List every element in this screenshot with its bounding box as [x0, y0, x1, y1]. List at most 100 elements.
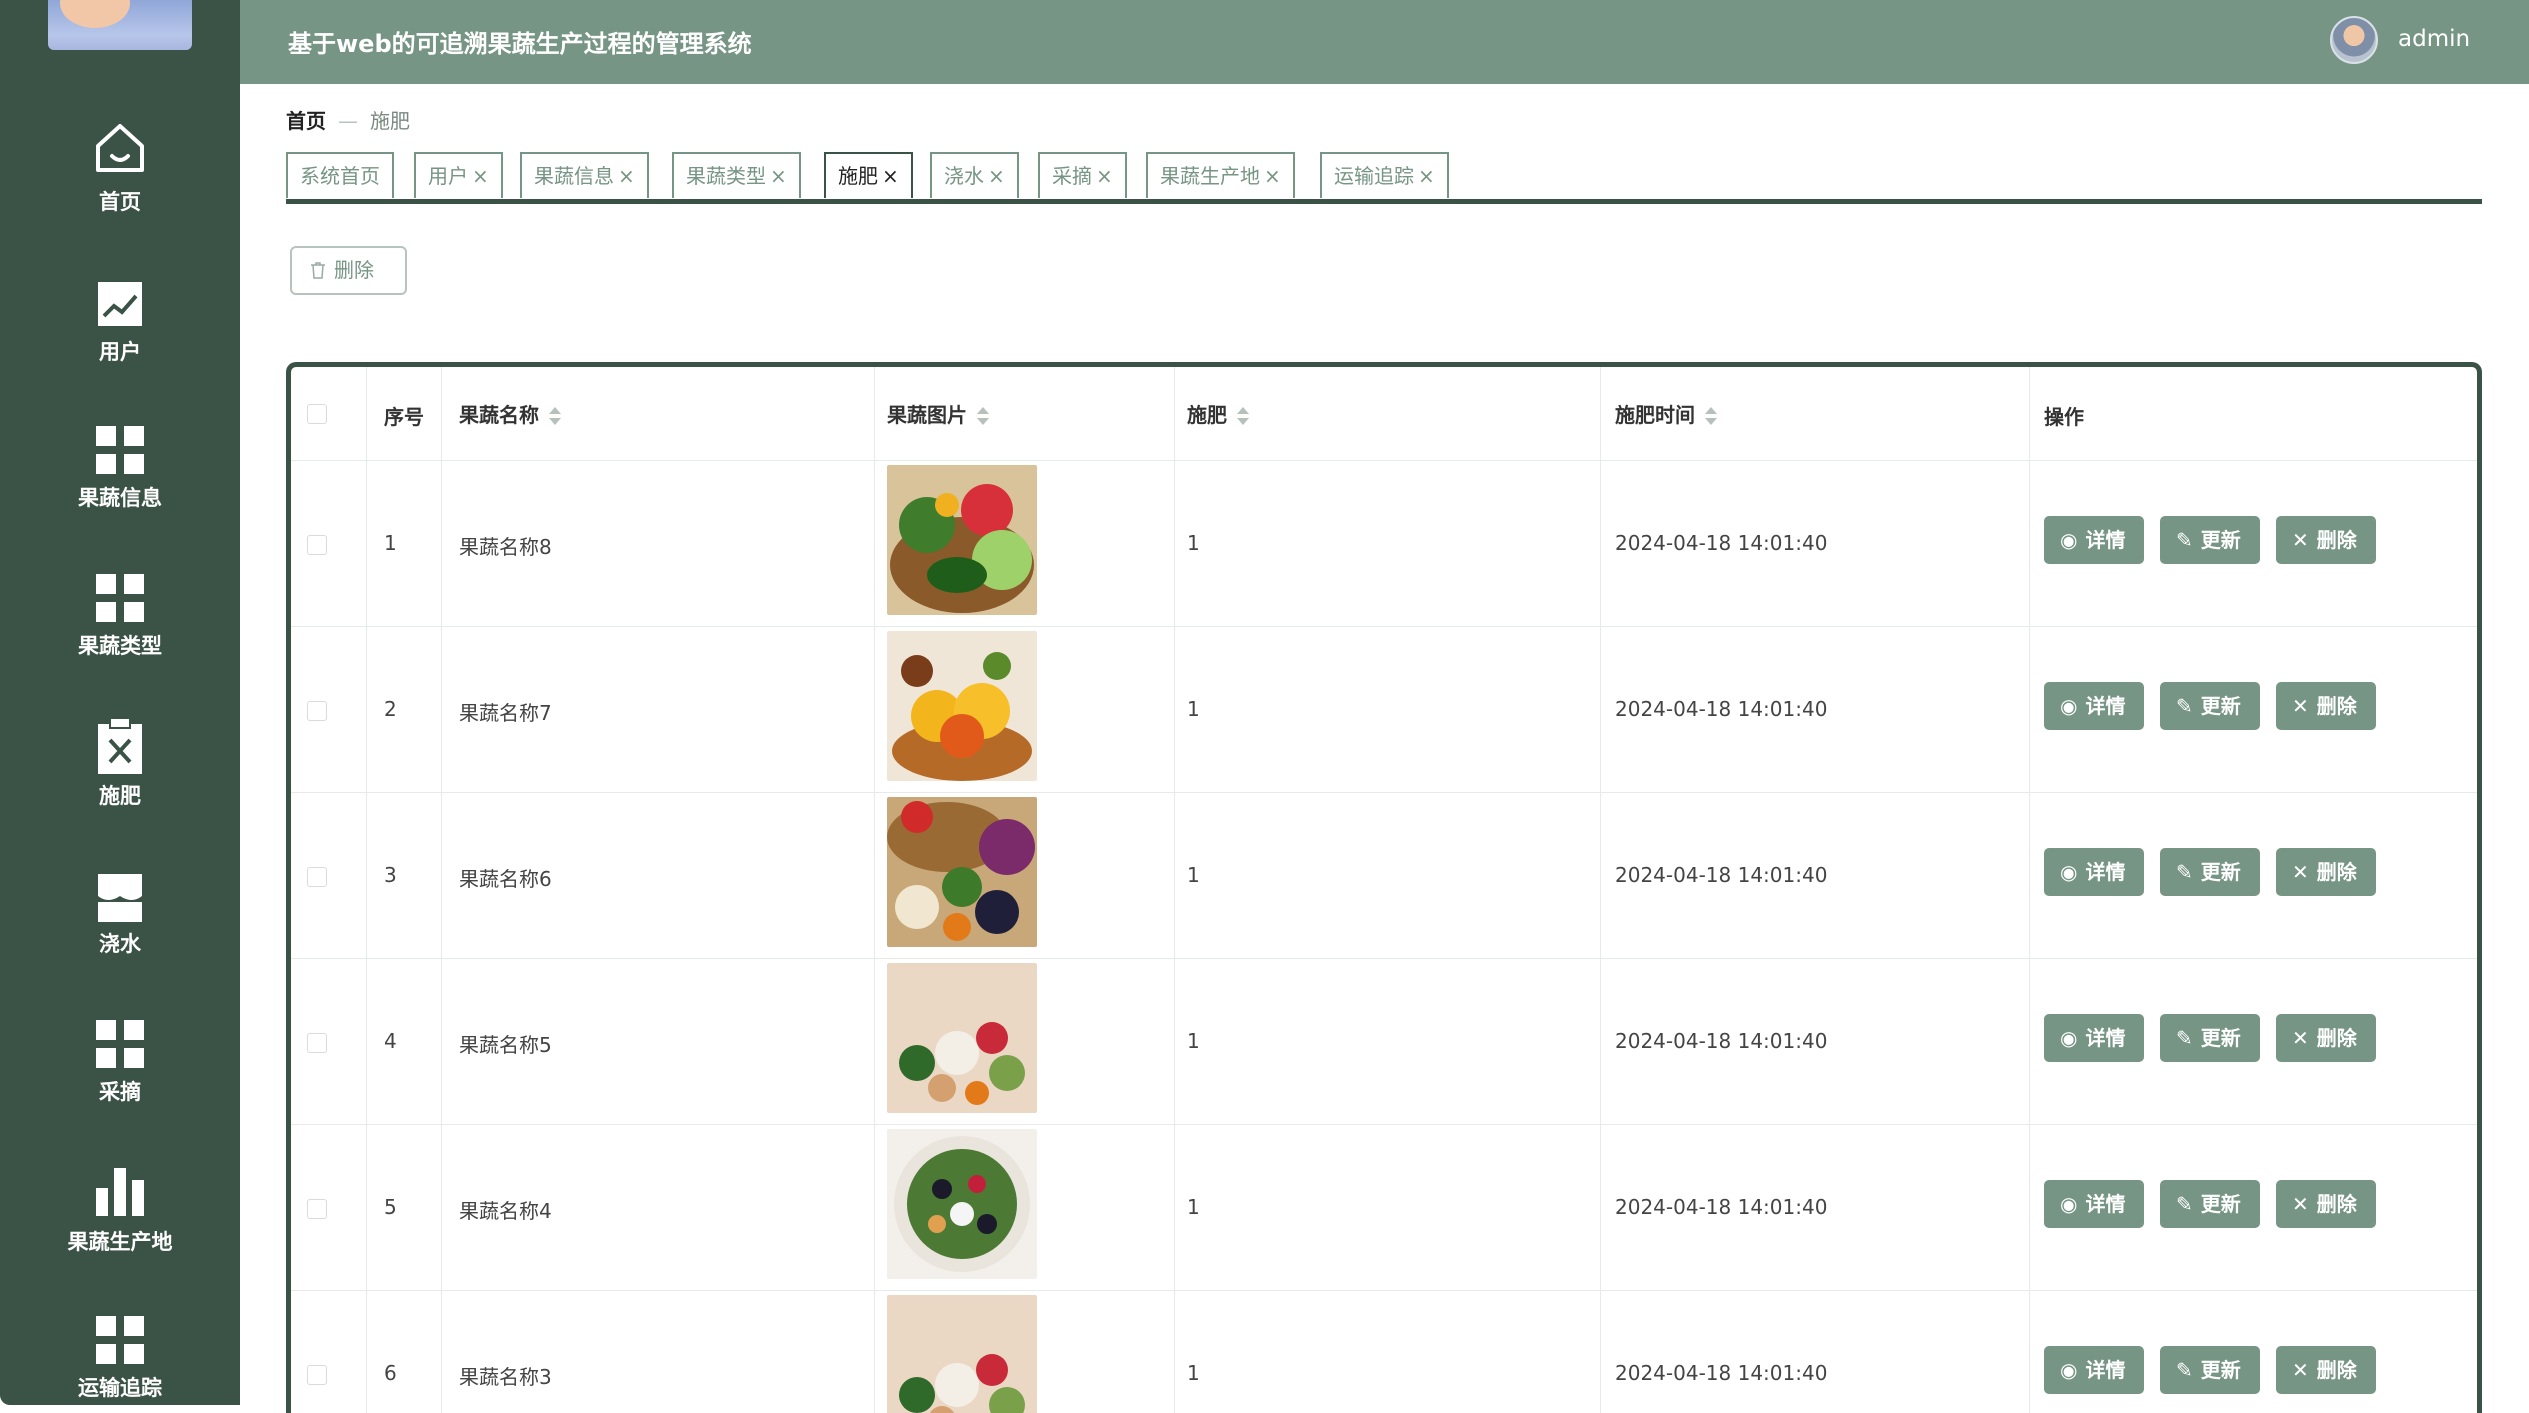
tab-label: 用户	[428, 164, 468, 188]
sort-icon[interactable]	[1237, 407, 1249, 425]
tab-origin[interactable]: 果蔬生产地 ×	[1146, 152, 1295, 198]
close-icon[interactable]: ×	[1096, 164, 1113, 188]
tab-fertilize[interactable]: 施肥 ×	[824, 152, 913, 198]
close-icon[interactable]: ×	[770, 164, 787, 188]
header-fertilize[interactable]: 施肥	[1187, 399, 1249, 428]
table-row: 2 果蔬名称7 1 2024-04-18 14:01:40 ◉ 详情 ✎ 更新 ✕ 删…	[291, 627, 2477, 793]
header-image[interactable]: 果蔬图片	[887, 399, 989, 428]
edit-icon: ✎	[2176, 528, 2193, 552]
tab-pick[interactable]: 采摘 ×	[1038, 152, 1127, 198]
top-header: 基于web的可追溯果蔬生产过程的管理系统 admin	[240, 0, 2529, 84]
sidebar-item-fruit-info[interactable]: 果蔬信息	[0, 426, 240, 536]
sidebar-item-transport[interactable]: 运输追踪	[0, 1316, 240, 1413]
delete-button[interactable]: ✕ 删除	[2276, 848, 2376, 896]
row-checkbox[interactable]	[307, 701, 327, 721]
detail-button[interactable]: ◉ 详情	[2044, 1180, 2144, 1228]
detail-label: 详情	[2085, 860, 2126, 884]
sort-icon[interactable]	[1705, 407, 1717, 425]
delete-label: 删除	[2316, 1358, 2357, 1382]
update-button[interactable]: ✎ 更新	[2160, 1014, 2260, 1062]
delete-button[interactable]: ✕ 删除	[2276, 682, 2376, 730]
tab-fruit-info[interactable]: 果蔬信息 ×	[520, 152, 649, 198]
header-name[interactable]: 果蔬名称	[459, 399, 561, 428]
fruit-image[interactable]	[887, 1295, 1037, 1413]
avatar[interactable]	[2330, 16, 2378, 64]
row-checkbox[interactable]	[307, 1199, 327, 1219]
fruit-image[interactable]	[887, 631, 1037, 781]
delete-button[interactable]: ✕ 删除	[2276, 1180, 2376, 1228]
close-icon[interactable]: ×	[988, 164, 1005, 188]
app-title: 基于web的可追溯果蔬生产过程的管理系统	[288, 30, 752, 58]
detail-button[interactable]: ◉ 详情	[2044, 516, 2144, 564]
detail-label: 详情	[2085, 694, 2126, 718]
tab-label: 浇水	[944, 164, 984, 188]
detail-button[interactable]: ◉ 详情	[2044, 682, 2144, 730]
row-name: 果蔬名称5	[459, 1033, 552, 1057]
delete-button[interactable]: ✕ 删除	[2276, 1014, 2376, 1062]
sidebar-item-water[interactable]: 浇水	[0, 870, 240, 980]
row-checkbox[interactable]	[307, 1033, 327, 1053]
tab-system-home[interactable]: 系统首页	[286, 152, 394, 198]
tab-fruit-type[interactable]: 果蔬类型 ×	[672, 152, 801, 198]
delete-label: 删除	[2316, 528, 2357, 552]
header-fertilize-label: 施肥	[1187, 403, 1227, 427]
sidebar-item-home[interactable]: 首页	[0, 118, 240, 228]
row-name: 果蔬名称6	[459, 867, 552, 891]
row-checkbox[interactable]	[307, 535, 327, 555]
close-icon: ✕	[2292, 1192, 2309, 1216]
update-button[interactable]: ✎ 更新	[2160, 1346, 2260, 1394]
sidebar-item-label: 首页	[99, 190, 141, 214]
sidebar-item-fertilize[interactable]: 施肥	[0, 718, 240, 828]
breadcrumb-current: 施肥	[370, 109, 410, 133]
row-checkbox[interactable]	[307, 867, 327, 887]
fruit-image[interactable]	[887, 963, 1037, 1113]
row-name: 果蔬名称4	[459, 1199, 552, 1223]
sidebar-item-fruit-type[interactable]: 果蔬类型	[0, 574, 240, 684]
delete-label: 删除	[2316, 1192, 2357, 1216]
detail-button[interactable]: ◉ 详情	[2044, 848, 2144, 896]
row-checkbox[interactable]	[307, 1365, 327, 1385]
update-button[interactable]: ✎ 更新	[2160, 516, 2260, 564]
fruit-image[interactable]	[887, 797, 1037, 947]
close-icon[interactable]: ×	[1264, 164, 1281, 188]
row-fertilize: 1	[1187, 1029, 1200, 1053]
update-button[interactable]: ✎ 更新	[2160, 1180, 2260, 1228]
sidebar-item-user[interactable]: 用户	[0, 278, 240, 388]
tab-user[interactable]: 用户 ×	[414, 152, 503, 198]
breadcrumb-home[interactable]: 首页	[286, 109, 326, 133]
close-icon[interactable]: ×	[618, 164, 635, 188]
row-fertilize: 1	[1187, 863, 1200, 887]
sidebar-item-label: 采摘	[99, 1080, 141, 1104]
sidebar-item-pick[interactable]: 采摘	[0, 1018, 240, 1128]
data-table: 序号 果蔬名称 果蔬图片 施肥 施肥时间 操作 1 果蔬名称8 1 2024-0…	[286, 362, 2482, 1413]
row-time: 2024-04-18 14:01:40	[1615, 531, 1828, 555]
edit-icon: ✎	[2176, 1192, 2193, 1216]
tab-water[interactable]: 浇水 ×	[930, 152, 1019, 198]
trash-icon	[311, 262, 325, 279]
header-time[interactable]: 施肥时间	[1615, 399, 1717, 428]
sidebar-item-origin[interactable]: 果蔬生产地	[0, 1164, 240, 1274]
detail-button[interactable]: ◉ 详情	[2044, 1014, 2144, 1062]
fruit-image[interactable]	[887, 465, 1037, 615]
close-icon[interactable]: ×	[472, 164, 489, 188]
batch-delete-button[interactable]: 删除	[290, 246, 407, 295]
username-label[interactable]: admin	[2398, 26, 2470, 52]
close-icon[interactable]: ×	[882, 164, 899, 188]
select-all-checkbox[interactable]	[307, 404, 327, 424]
delete-button[interactable]: ✕ 删除	[2276, 1346, 2376, 1394]
tab-transport[interactable]: 运输追踪 ×	[1320, 152, 1449, 198]
fruit-image[interactable]	[887, 1129, 1037, 1279]
row-index: 4	[384, 1029, 397, 1053]
row-name: 果蔬名称7	[459, 701, 552, 725]
update-button[interactable]: ✎ 更新	[2160, 682, 2260, 730]
close-icon: ✕	[2292, 1358, 2309, 1382]
update-button[interactable]: ✎ 更新	[2160, 848, 2260, 896]
detail-label: 详情	[2085, 1192, 2126, 1216]
detail-button[interactable]: ◉ 详情	[2044, 1346, 2144, 1394]
sort-icon[interactable]	[549, 407, 561, 425]
close-icon[interactable]: ×	[1418, 164, 1435, 188]
delete-button[interactable]: ✕ 删除	[2276, 516, 2376, 564]
sidebar: 首页 用户 果蔬信息 果蔬类型 施肥 浇水 采摘 果蔬生产地 运输追踪	[0, 0, 240, 1405]
sort-icon[interactable]	[977, 407, 989, 425]
breadcrumb: 首页 — 施肥	[286, 105, 410, 134]
